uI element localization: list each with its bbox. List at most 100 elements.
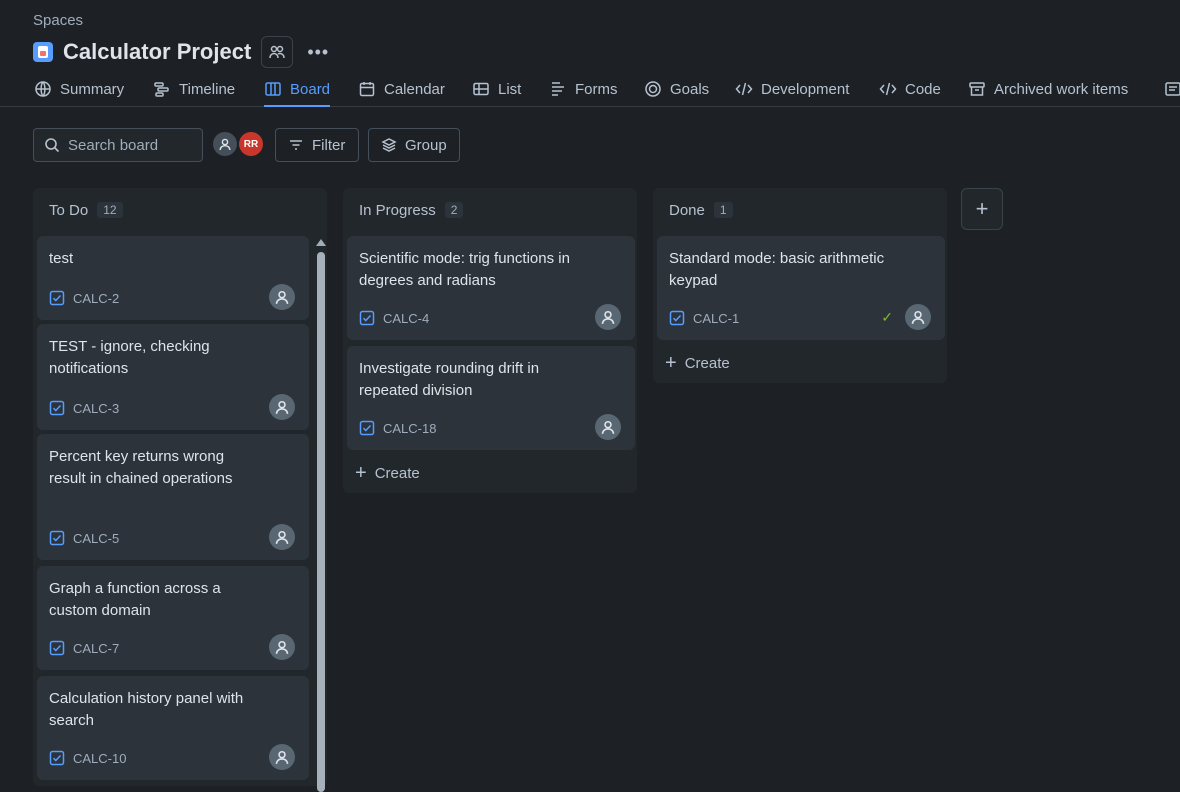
card[interactable]: Standard mode: basic arithmetic keypad C… <box>657 236 945 340</box>
card-key: CALC-1 <box>693 310 740 326</box>
assignee-avatar[interactable] <box>269 634 295 660</box>
card-title: Scientific mode: trig functions in degre… <box>359 250 570 289</box>
column-header: In Progress 2 <box>343 188 637 232</box>
tab-label: Timeline <box>179 80 236 98</box>
column-todo: To Do 12 test CALC-2 TEST - ignore, chec… <box>33 188 327 786</box>
development-icon <box>735 82 753 96</box>
tab-development[interactable]: Development <box>735 72 849 106</box>
search-placeholder: Search board <box>68 136 159 154</box>
task-checkbox-icon <box>359 310 375 326</box>
group-button[interactable]: Group <box>368 128 460 162</box>
assignee-avatar[interactable] <box>595 414 621 440</box>
assignee-avatar[interactable] <box>595 304 621 330</box>
assignee-avatar[interactable] <box>269 524 295 550</box>
task-checkbox-icon <box>49 290 65 306</box>
tab-archived[interactable]: Archived work items <box>968 72 1128 106</box>
avatar-unassigned[interactable] <box>213 132 237 156</box>
card[interactable]: Graph a function across a custom domain … <box>37 566 309 670</box>
card-title: TEST - ignore, checking notifications <box>49 338 210 377</box>
card-key: CALC-3 <box>73 400 120 416</box>
assignee-avatar[interactable] <box>269 394 295 420</box>
person-icon <box>275 400 289 414</box>
person-icon <box>275 530 289 544</box>
more-icon: ••• <box>307 41 330 62</box>
tab-label: Summary <box>60 80 125 98</box>
task-checkbox-icon <box>49 400 65 416</box>
tab-summary[interactable]: Summary <box>34 72 124 106</box>
tab-label: Development <box>761 80 850 98</box>
card-footer: CALC-18 <box>359 420 436 436</box>
code-icon <box>879 82 897 96</box>
people-icon <box>269 45 286 59</box>
card-footer: CALC-1 <box>669 310 739 326</box>
person-icon <box>275 290 289 304</box>
tab-label: Calendar <box>384 80 445 98</box>
more-actions-button[interactable]: ••• <box>303 37 333 67</box>
team-button[interactable] <box>261 36 294 68</box>
column-scrollbar[interactable] <box>316 236 326 792</box>
card[interactable]: Investigate rounding drift in repeated d… <box>347 346 635 450</box>
page-title: Calculator Project <box>63 39 252 64</box>
assignee-avatar[interactable] <box>269 744 295 770</box>
column-in-progress: In Progress 2 Scientific mode: trig func… <box>343 188 637 493</box>
column-title: To Do <box>49 201 89 219</box>
task-checkbox-icon <box>49 640 65 656</box>
archive-icon <box>969 82 985 96</box>
card-key: CALC-7 <box>73 640 120 656</box>
column-count: 2 <box>444 202 464 218</box>
card[interactable]: TEST - ignore, checking notifications CA… <box>37 324 309 430</box>
forms-icon <box>552 82 564 96</box>
tab-board[interactable]: Board <box>264 72 331 107</box>
person-icon <box>601 310 615 324</box>
card-footer: CALC-5 <box>49 530 119 546</box>
card-title: Graph a function across a custom domain <box>49 580 221 619</box>
card-key: CALC-5 <box>73 530 120 546</box>
scroll-up-arrow-icon[interactable] <box>316 239 326 246</box>
create-button[interactable]: + Create <box>355 462 420 485</box>
tab-label: Code <box>905 80 941 98</box>
add-column-button[interactable]: + <box>961 188 1003 230</box>
task-checkbox-icon <box>669 310 685 326</box>
plus-icon: + <box>665 352 677 374</box>
filter-button[interactable]: Filter <box>275 128 359 162</box>
person-icon <box>219 138 231 151</box>
tab-code[interactable]: Code <box>879 72 941 106</box>
breadcrumb[interactable]: Spaces <box>33 12 83 29</box>
card[interactable]: Scientific mode: trig functions in degre… <box>347 236 635 340</box>
person-icon <box>911 310 925 324</box>
column-count: 1 <box>713 202 733 218</box>
tab-timeline[interactable]: Timeline <box>153 72 235 106</box>
timeline-icon <box>154 82 169 97</box>
done-check-icon: ✓ <box>881 309 893 325</box>
project-icon <box>33 42 53 62</box>
card-footer: CALC-7 <box>49 640 119 656</box>
tab-overflow[interactable] <box>1164 72 1180 106</box>
card[interactable]: Calculation history panel with search CA… <box>37 676 309 780</box>
tab-label: List <box>498 80 522 98</box>
calendar-icon <box>359 82 375 97</box>
create-button[interactable]: + Create <box>665 352 730 375</box>
create-label: Create <box>374 465 420 482</box>
tab-label: Board <box>290 80 331 98</box>
nav-tabs: Summary Timeline Board Calendar List For… <box>0 72 1180 107</box>
assignee-avatar[interactable] <box>269 284 295 310</box>
page-icon <box>1165 82 1180 96</box>
tab-forms[interactable]: Forms <box>549 72 618 106</box>
assignee-avatar[interactable] <box>905 304 931 330</box>
task-checkbox-icon <box>49 750 65 766</box>
card[interactable]: test CALC-2 <box>37 236 309 320</box>
card[interactable]: Percent key returns wrong result in chai… <box>37 434 309 560</box>
search-input[interactable]: Search board <box>33 128 203 162</box>
search-icon <box>45 138 60 153</box>
column-count: 12 <box>97 202 123 218</box>
layers-icon <box>381 138 397 152</box>
board-icon <box>265 82 281 96</box>
scrollbar-thumb[interactable] <box>317 252 325 792</box>
plus-icon: + <box>355 462 367 484</box>
column-title: Done <box>669 201 705 219</box>
avatar-rr[interactable]: RR <box>239 132 263 156</box>
task-checkbox-icon <box>49 530 65 546</box>
tab-list[interactable]: List <box>472 72 521 106</box>
tab-calendar[interactable]: Calendar <box>358 72 445 106</box>
tab-goals[interactable]: Goals <box>644 72 709 106</box>
